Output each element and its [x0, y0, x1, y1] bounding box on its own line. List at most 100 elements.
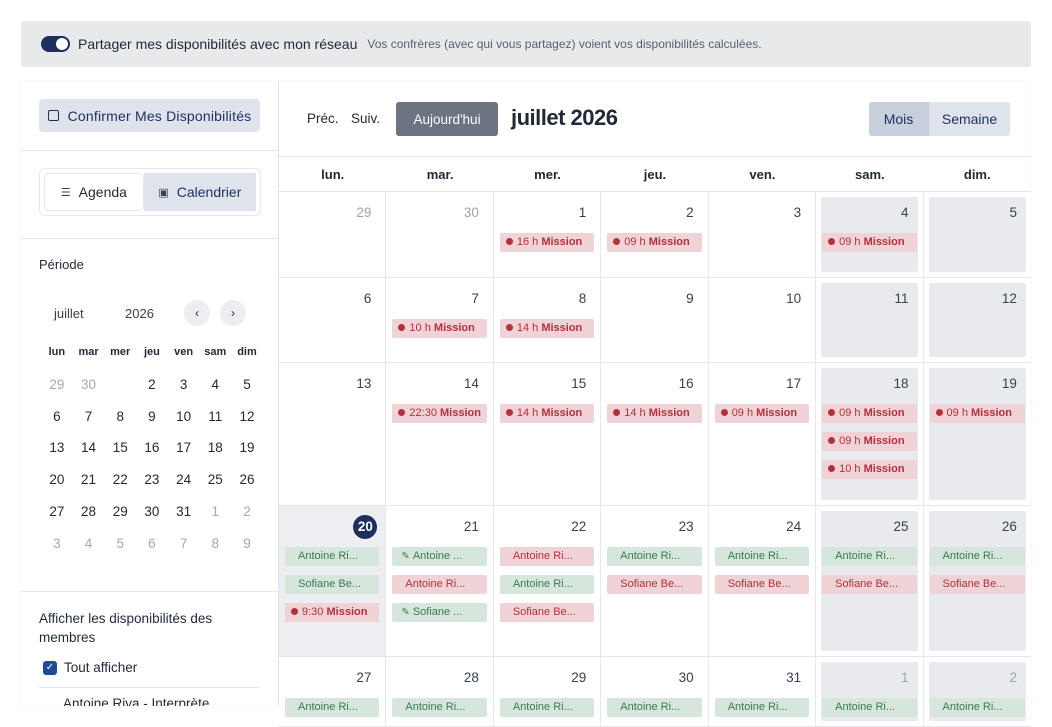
day-cell[interactable]: 1 Antoine Ri... — [816, 657, 924, 726]
mini-day[interactable]: 24 — [168, 464, 200, 496]
day-cell[interactable]: 14 22:30 Mission — [386, 363, 494, 505]
event-chip[interactable]: Sofiane Be... — [285, 575, 380, 594]
mini-day[interactable]: 6 — [136, 528, 168, 560]
day-cell[interactable]: 2 Antoine Ri... — [924, 657, 1031, 726]
mini-month[interactable]: juillet — [54, 306, 84, 321]
day-cell[interactable]: 19 09 h Mission — [924, 363, 1031, 505]
day-cell[interactable]: 25 Antoine Ri... Sofiane Be... — [816, 506, 924, 656]
member-item[interactable]: Antoine Riva - Interprète — [63, 696, 209, 706]
event-chip[interactable]: Antoine Ri... — [499, 698, 595, 717]
event-chip[interactable]: 09 h Mission — [822, 233, 917, 252]
day-cell[interactable]: 13 — [279, 363, 387, 505]
event-chip[interactable]: Sofiane Be... — [499, 603, 595, 622]
day-cell[interactable]: 31 Antoine Ri... — [709, 657, 817, 726]
day-cell[interactable]: 7 10 h Mission — [386, 278, 494, 362]
tab-calendar[interactable]: ▣ Calendrier — [143, 173, 256, 211]
mini-day[interactable]: 23 — [136, 464, 168, 496]
mini-day[interactable]: 19 — [231, 432, 263, 464]
event-chip[interactable]: Antoine Ri... — [714, 698, 810, 717]
mini-day[interactable]: 4 — [199, 369, 231, 401]
mini-day[interactable]: 22 — [104, 464, 136, 496]
event-chip[interactable]: Antoine Ri... — [822, 547, 917, 566]
day-cell[interactable]: 6 — [279, 278, 387, 362]
mini-day[interactable]: 21 — [73, 464, 105, 496]
chevron-left-icon[interactable]: ‹ — [184, 300, 210, 326]
day-cell[interactable]: 4 09 h Mission — [816, 192, 924, 277]
event-chip[interactable]: 09 h Mission — [822, 432, 917, 451]
event-chip[interactable]: 09 h Mission — [607, 233, 702, 252]
mini-day[interactable]: 5 — [231, 369, 263, 401]
event-chip[interactable]: Antoine Ri... — [822, 698, 917, 717]
day-cell[interactable]: 8 14 h Mission — [494, 278, 602, 362]
day-cell[interactable]: 29 — [279, 192, 387, 277]
mini-day[interactable]: 1 — [199, 496, 231, 528]
event-chip[interactable]: 09 h Mission — [929, 404, 1025, 423]
mini-day[interactable]: 28 — [73, 496, 105, 528]
show-all-checkbox-row[interactable]: ✓ Tout afficher — [43, 660, 137, 675]
event-chip[interactable]: Sofiane Be... — [714, 575, 810, 594]
mini-day[interactable]: 26 — [231, 464, 263, 496]
mini-day[interactable]: 30 — [136, 496, 168, 528]
share-toggle[interactable] — [41, 36, 70, 52]
event-chip[interactable]: 10 h Mission — [392, 319, 487, 338]
day-cell[interactable]: 10 — [709, 278, 817, 362]
view-month-button[interactable]: Mois — [869, 102, 928, 136]
mini-day[interactable]: 15 — [104, 432, 136, 464]
mini-day[interactable]: 6 — [41, 401, 73, 433]
event-chip[interactable]: Antoine Ri... — [285, 547, 380, 566]
mini-day[interactable]: 1 — [104, 368, 136, 401]
day-cell[interactable]: 15 14 h Mission — [494, 363, 602, 505]
event-chip[interactable]: 9:30 Mission — [285, 603, 380, 622]
mini-day[interactable]: 8 — [104, 401, 136, 433]
event-chip[interactable]: Sofiane ... — [392, 603, 487, 622]
prev-button[interactable]: Préc. — [307, 111, 339, 126]
mini-day[interactable]: 7 — [73, 401, 105, 433]
mini-day[interactable]: 12 — [231, 401, 263, 433]
event-chip[interactable]: Antoine Ri... — [392, 575, 487, 594]
day-cell[interactable]: 16 14 h Mission — [601, 363, 709, 505]
chevron-right-icon[interactable]: › — [220, 300, 246, 326]
day-cell[interactable]: 3 — [709, 192, 817, 277]
day-cell[interactable]: 9 — [601, 278, 709, 362]
check-icon[interactable]: ✓ — [43, 660, 57, 675]
mini-day[interactable]: 10 — [168, 401, 200, 433]
mini-day[interactable]: 29 — [41, 369, 73, 401]
mini-day[interactable]: 11 — [199, 401, 231, 433]
day-cell[interactable]: 20 Antoine Ri... Sofiane Be... 9:30 Mission — [279, 506, 387, 656]
event-chip[interactable]: Sofiane Be... — [929, 575, 1025, 594]
day-cell[interactable]: 27 Antoine Ri... — [279, 657, 387, 726]
mini-day[interactable]: 16 — [136, 432, 168, 464]
event-chip[interactable]: Antoine Ri... — [607, 698, 702, 717]
mini-day[interactable]: 31 — [168, 496, 200, 528]
mini-day[interactable]: 9 — [136, 401, 168, 433]
day-cell[interactable]: 23 Antoine Ri... Sofiane Be... — [601, 506, 709, 656]
mini-day[interactable]: 7 — [168, 528, 200, 560]
day-cell[interactable]: 29 Antoine Ri... — [494, 657, 602, 726]
event-chip[interactable]: 22:30 Mission — [392, 404, 487, 423]
day-cell[interactable]: 22 Antoine Ri... Antoine Ri... Sofiane Be..… — [494, 506, 602, 656]
mini-day[interactable]: 5 — [104, 528, 136, 560]
day-cell[interactable]: 30 Antoine Ri... — [601, 657, 709, 726]
mini-day[interactable]: 29 — [104, 496, 136, 528]
event-chip[interactable]: Sofiane Be... — [822, 575, 917, 594]
mini-day[interactable]: 17 — [168, 432, 200, 464]
day-cell[interactable]: 30 — [386, 192, 494, 277]
mini-day[interactable]: 8 — [199, 528, 231, 560]
event-chip[interactable]: Antoine Ri... — [929, 698, 1025, 717]
day-cell[interactable]: 12 — [924, 278, 1031, 362]
mini-day[interactable]: 14 — [73, 432, 105, 464]
tab-agenda[interactable]: ☰ Agenda — [44, 173, 144, 211]
mini-day[interactable]: 25 — [199, 464, 231, 496]
confirm-availability-button[interactable]: Confirmer Mes Disponibilités — [39, 99, 260, 132]
mini-day[interactable]: 3 — [41, 528, 73, 560]
mini-day[interactable]: 2 — [231, 496, 263, 528]
event-chip[interactable]: 14 h Mission — [499, 319, 595, 338]
event-chip[interactable]: Antoine Ri... — [714, 547, 810, 566]
day-cell[interactable]: 2 09 h Mission — [601, 192, 709, 277]
event-chip[interactable]: 16 h Mission — [499, 233, 595, 252]
event-chip[interactable]: Antoine ... — [392, 547, 487, 566]
event-chip[interactable]: Antoine Ri... — [285, 698, 380, 717]
day-cell[interactable]: 1 16 h Mission — [494, 192, 602, 277]
next-button[interactable]: Suiv. — [351, 111, 380, 126]
event-chip[interactable]: Antoine Ri... — [499, 575, 595, 594]
